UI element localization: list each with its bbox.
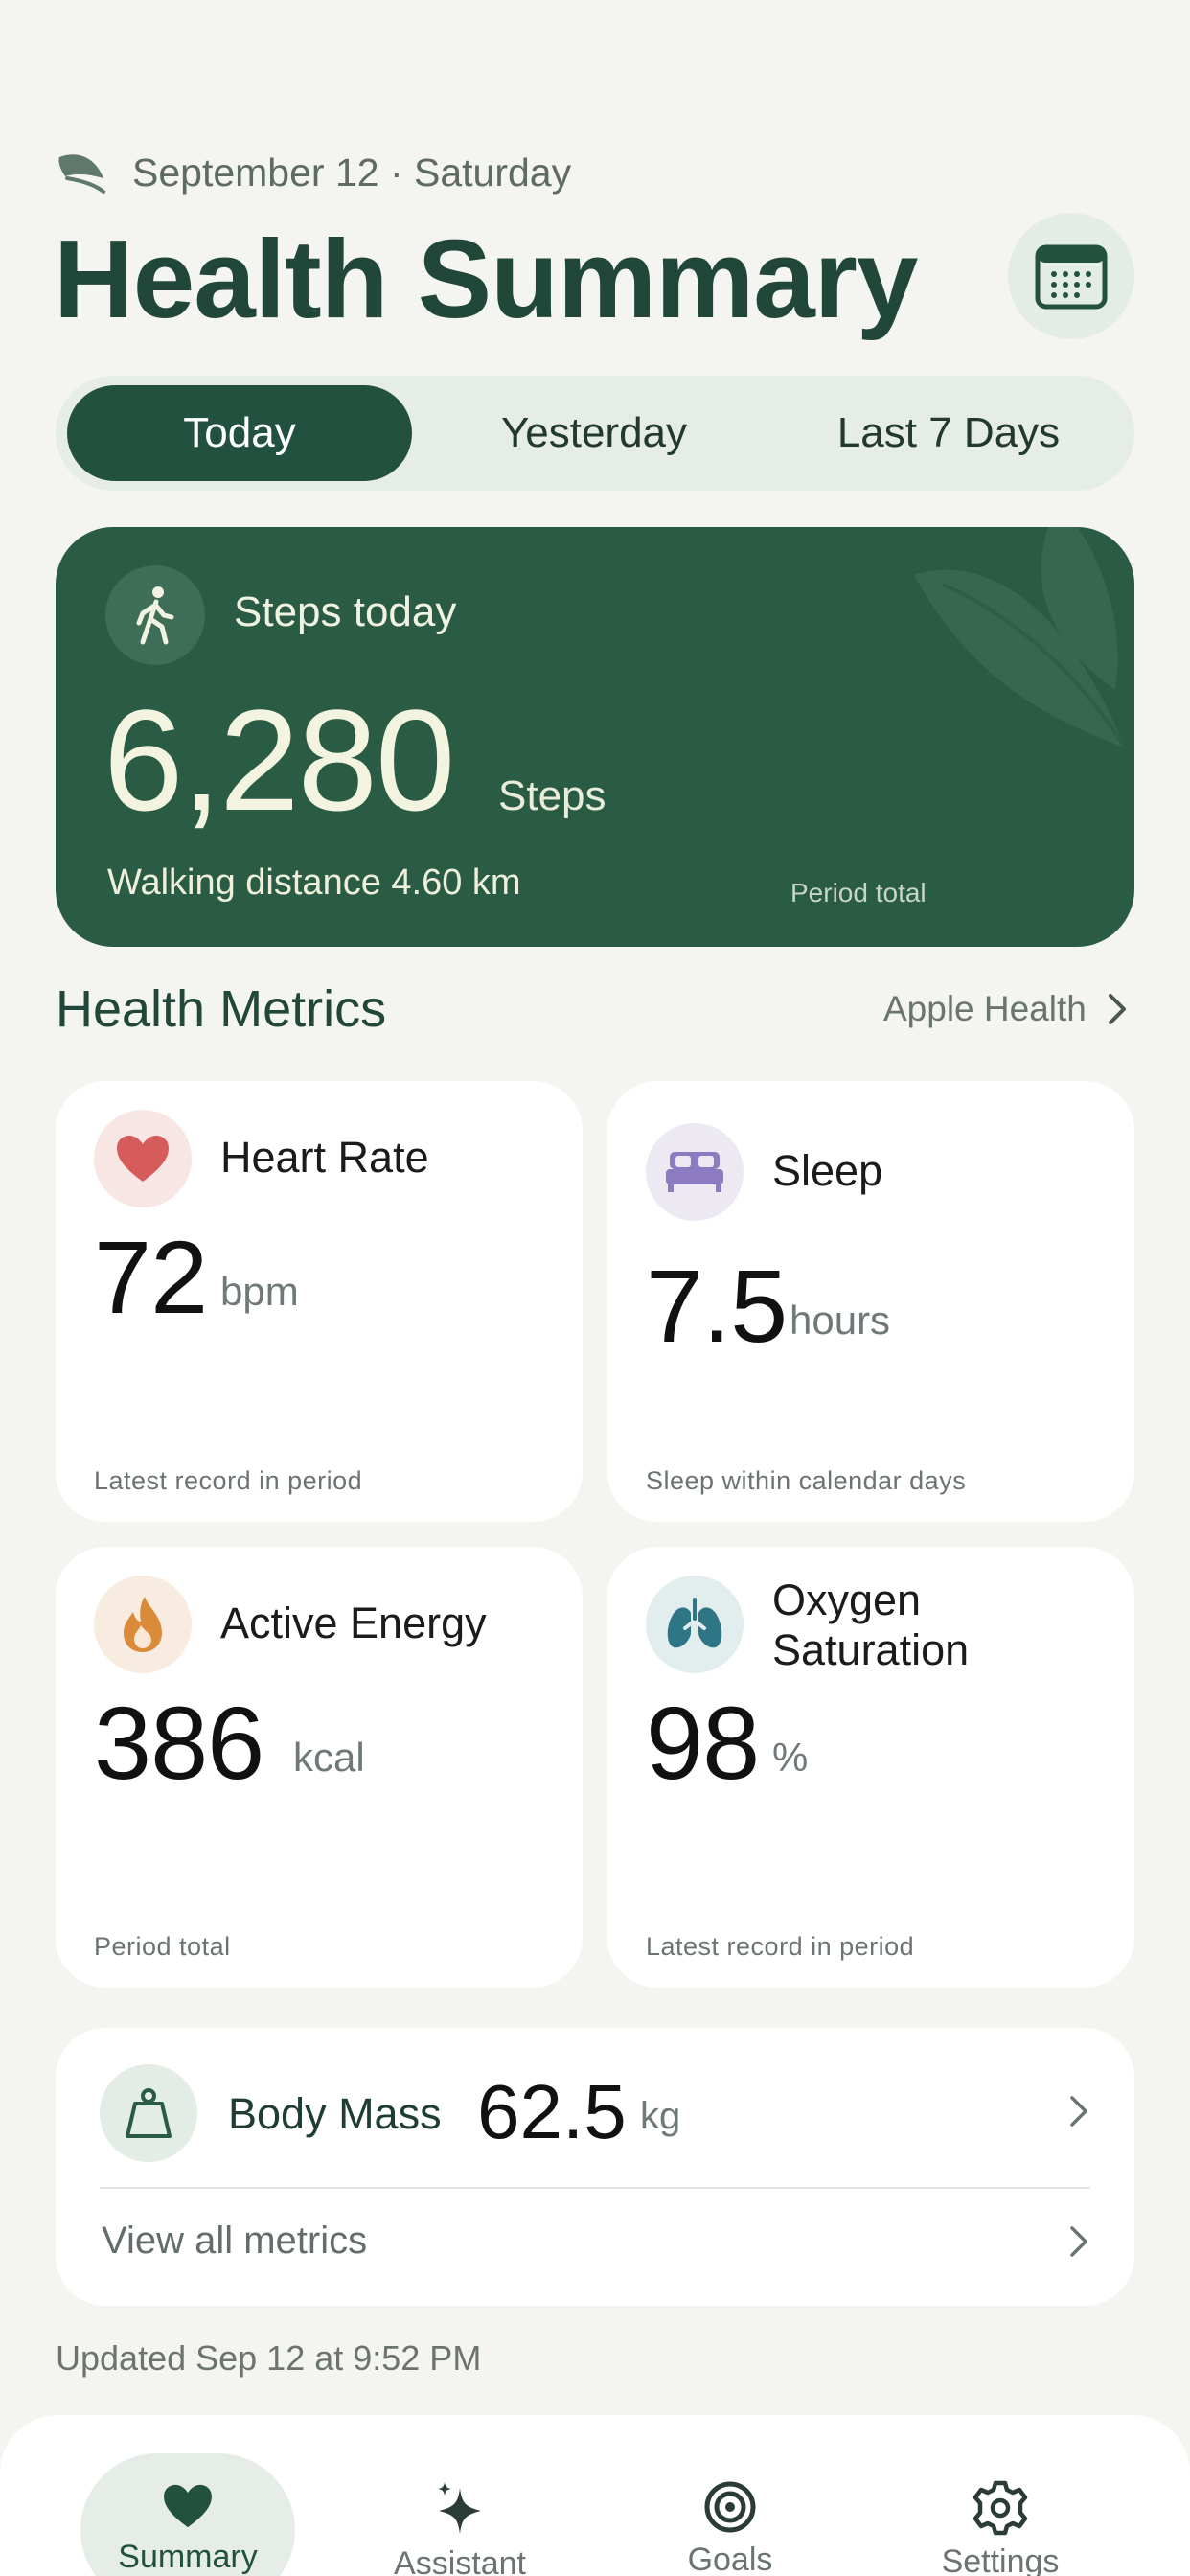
sleep-unit: hours: [790, 1298, 891, 1343]
tab-bar: Summary Assistant Goals Settings: [0, 2415, 1190, 2576]
body-mass-card: Body Mass 62.5 kg View all metrics: [56, 2028, 1134, 2306]
oxygen-saturation-unit: %: [772, 1735, 809, 1780]
updated-timestamp: Updated Sep 12 at 9:52 PM: [56, 2338, 482, 2378]
tab-assistant[interactable]: Assistant: [353, 2434, 567, 2576]
body-mass-value: 62.5: [477, 2069, 627, 2154]
steps-label: Steps today: [234, 588, 457, 635]
heart-icon: [117, 1136, 169, 1182]
steps-period-label: Period total: [790, 878, 927, 908]
segment-yesterday[interactable]: Yesterday: [422, 385, 767, 481]
weight-icon: [126, 2088, 172, 2138]
heart-rate-footnote: Latest record in period: [94, 1466, 363, 1495]
view-all-chevron-icon[interactable]: [1069, 2225, 1088, 2258]
bed-icon-badge: [646, 1123, 744, 1221]
oxygen-saturation-footnote: Latest record in period: [646, 1932, 915, 1961]
sleep-value: 7.5: [646, 1248, 788, 1364]
sleep-card[interactable]: Sleep 7.5 hours Sleep within calendar da…: [607, 1081, 1134, 1522]
lungs-icon: [667, 1598, 722, 1648]
active-energy-card[interactable]: Active Energy 386 kcal Period total: [56, 1547, 583, 1988]
oxygen-saturation-card[interactable]: Oxygen Saturation 98 % Latest record in …: [607, 1547, 1134, 1988]
leaf-icon: [58, 154, 105, 194]
tab-settings[interactable]: Settings: [893, 2434, 1108, 2576]
sleep-footnote: Sleep within calendar days: [646, 1466, 967, 1495]
tab-goals-label: Goals: [687, 2542, 773, 2576]
oxygen-saturation-value: 98: [646, 1685, 760, 1801]
flame-icon: [124, 1597, 162, 1652]
calendar-icon: [1035, 244, 1108, 310]
date-row: September 12 · Saturday: [56, 146, 571, 199]
leaf-decoration: [914, 527, 1127, 749]
page-title: Health Summary: [54, 217, 918, 341]
heart-rate-title: Heart Rate: [220, 1133, 429, 1182]
oxygen-saturation-title-line1: Oxygen: [772, 1576, 922, 1624]
steps-value: 6,280: [103, 679, 455, 840]
steps-unit: Steps: [498, 772, 606, 819]
active-energy-footnote: Period total: [94, 1932, 231, 1961]
lungs-icon-badge: [646, 1576, 744, 1673]
heart-rate-card[interactable]: Heart Rate 72 bpm Latest record in perio…: [56, 1081, 583, 1522]
walking-distance: Walking distance 4.60 km: [107, 862, 521, 903]
walking-icon-badge: [105, 565, 205, 665]
apple-health-link[interactable]: Apple Health: [883, 989, 1127, 1029]
section-title: Health Metrics: [56, 980, 387, 1038]
segment-today[interactable]: Today: [67, 385, 412, 481]
heart-rate-value: 72: [94, 1219, 208, 1335]
body-mass-unit: kg: [640, 2095, 681, 2137]
gear-icon: [973, 2480, 1028, 2536]
tab-goals[interactable]: Goals: [623, 2434, 837, 2576]
heart-icon-badge: [94, 1110, 192, 1208]
walking-icon: [136, 586, 174, 645]
steps-card[interactable]: Steps today 6,280 Steps Walking distance…: [56, 527, 1134, 947]
body-mass-chevron-icon[interactable]: [1069, 2095, 1088, 2128]
sparkle-icon: [438, 2482, 481, 2534]
period-segmented-control: Today Yesterday Last 7 Days: [56, 376, 1134, 491]
date-label: September 12 · Saturday: [132, 150, 572, 195]
divider: [100, 2187, 1090, 2189]
heart-icon: [164, 2484, 212, 2527]
tab-summary-label: Summary: [118, 2539, 258, 2575]
heart-rate-unit: bpm: [220, 1269, 299, 1314]
body-mass-title: Body Mass: [228, 2089, 442, 2138]
active-energy-value: 386: [94, 1685, 264, 1801]
apple-health-label: Apple Health: [883, 989, 1087, 1028]
tab-summary[interactable]: Summary: [80, 2434, 295, 2576]
scale-icon-badge: [100, 2064, 197, 2162]
active-energy-title: Active Energy: [220, 1598, 487, 1647]
tab-assistant-label: Assistant: [394, 2545, 526, 2576]
flame-icon-badge: [94, 1576, 192, 1673]
view-all-metrics-link[interactable]: View all metrics: [102, 2220, 367, 2263]
segment-last-7-days[interactable]: Last 7 Days: [776, 385, 1121, 481]
calendar-button[interactable]: [1008, 213, 1134, 339]
target-icon: [704, 2481, 756, 2533]
sleep-title: Sleep: [772, 1146, 883, 1195]
active-energy-unit: kcal: [293, 1735, 365, 1780]
bed-icon: [666, 1152, 723, 1192]
chevron-right-icon: [1108, 994, 1126, 1024]
oxygen-saturation-title-line2: Saturation: [772, 1625, 970, 1674]
tab-settings-label: Settings: [941, 2543, 1060, 2576]
